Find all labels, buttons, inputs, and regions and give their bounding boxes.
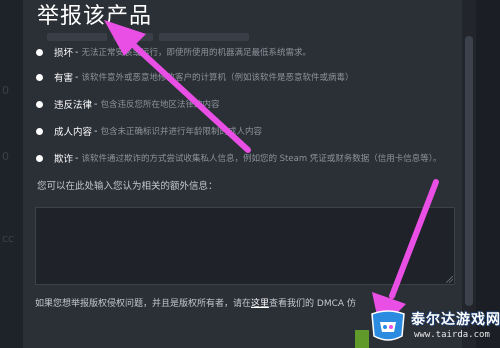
reason-separator: - (75, 152, 79, 164)
background-text-fragment: 0 (2, 84, 9, 97)
reason-name: 成人内容 (54, 127, 93, 138)
additional-info-label: 您可以在此处输入您认为相关的额外信息： (37, 181, 218, 192)
reason-name: 违反法律 (54, 100, 93, 111)
partially-hidden-option (47, 26, 297, 41)
report-reason-illegal[interactable]: 违反法律 - 包含违反您所在地区法律的内容 (36, 97, 219, 111)
background-text-fragment: cc (2, 232, 15, 245)
reason-description: 该软件通过欺诈的方式尝试收集私人信息，例如您的 Steam 凭证或财务数据（信用… (81, 154, 442, 164)
reason-separator: - (75, 46, 79, 58)
report-reason-harmful[interactable]: 有害 - 该软件意外或恶意地修改客户的计算机（例如该软件是恶意软件或病毒） (36, 70, 353, 84)
gamepad-logo-icon (371, 310, 405, 341)
radio-button[interactable] (36, 154, 43, 162)
radio-button[interactable] (36, 73, 43, 81)
radio-button[interactable] (36, 100, 43, 108)
dialog-scrollbar[interactable] (462, 0, 476, 348)
report-reason-broken[interactable]: 损坏 - 无法正常安装或运行，即使所使用的机器满足最低系统需求。 (36, 45, 311, 59)
dmca-here-link[interactable]: 这里 (251, 299, 269, 309)
reason-name: 欺诈 (54, 154, 74, 165)
report-reason-adult-content[interactable]: 成人内容 - 包含未正确标识并进行年龄限制的成人内容 (36, 124, 262, 138)
copyright-notice: 如果您想举报版权侵权问题，并且是版权所有者，请在这里查看我们的 DMCA 仿 (35, 296, 356, 309)
background-text-fragment: 0 (2, 150, 9, 163)
radio-button[interactable] (36, 48, 43, 56)
report-reason-fraud[interactable]: 欺诈 - 该软件通过欺诈的方式尝试收集私人信息，例如您的 Steam 凭证或财务… (36, 151, 442, 165)
action-button-edge[interactable] (355, 330, 369, 348)
radio-button[interactable] (36, 127, 43, 135)
copyright-text: 如果您想举报版权侵权问题，并且是版权所有者，请在 (35, 299, 252, 309)
reason-description: 无法正常安装或运行，即使所使用的机器满足最低系统需求。 (81, 48, 311, 58)
reason-description: 包含未正确标识并进行年龄限制的成人内容 (100, 127, 262, 137)
reason-separator: - (75, 71, 79, 83)
additional-info-textarea[interactable] (35, 207, 455, 285)
site-watermark: 泰尔达游戏网 www.tairda.com (368, 304, 500, 348)
reason-separator: - (94, 125, 98, 137)
reason-separator: - (94, 98, 98, 110)
reason-name: 有害 (54, 73, 74, 84)
resize-grip-icon[interactable] (446, 276, 453, 283)
reason-name: 损坏 (54, 48, 74, 59)
copyright-text-suffix: 查看我们的 DMCA 仿 (269, 299, 356, 309)
watermark-title: 泰尔达游戏网 (411, 312, 500, 328)
reason-description: 该软件意外或恶意地修改客户的计算机（例如该软件是恶意软件或病毒） (81, 73, 354, 83)
watermark-url: www.tairda.com (414, 330, 490, 340)
scrollbar-thumb[interactable] (465, 36, 473, 306)
reason-description: 包含违反您所在地区法律的内容 (100, 100, 220, 110)
